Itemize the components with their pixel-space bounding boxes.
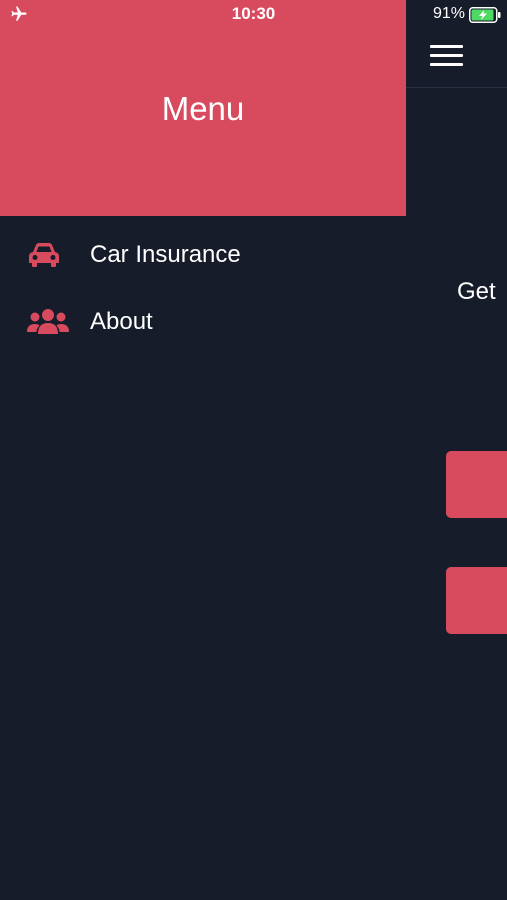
battery-charging-icon <box>469 6 501 23</box>
main-partial-text: Get <box>457 278 496 305</box>
app-screen: Get Menu Car Insurance About 10:30 91% <box>0 0 507 900</box>
navigation-drawer: Menu Car Insurance About <box>0 0 406 900</box>
status-time: 10:30 <box>231 4 276 23</box>
drawer-header: Menu <box>0 0 406 216</box>
menu-item-label: Car Insurance <box>90 241 241 268</box>
main-action-button-1[interactable] <box>446 451 507 518</box>
main-header <box>406 30 507 88</box>
drawer-title: Menu <box>161 90 245 127</box>
main-action-button-2[interactable] <box>446 567 507 634</box>
menu-item-label: About <box>90 308 153 335</box>
users-icon <box>27 307 69 337</box>
menu-item-about[interactable]: About <box>0 294 406 350</box>
hamburger-icon[interactable] <box>430 45 463 67</box>
menu-item-car-insurance[interactable]: Car Insurance <box>0 227 406 283</box>
status-right: 91% <box>432 5 501 23</box>
status-bar: 10:30 91% <box>0 0 507 30</box>
car-icon <box>27 240 69 270</box>
battery-percent: 91% <box>432 5 465 22</box>
